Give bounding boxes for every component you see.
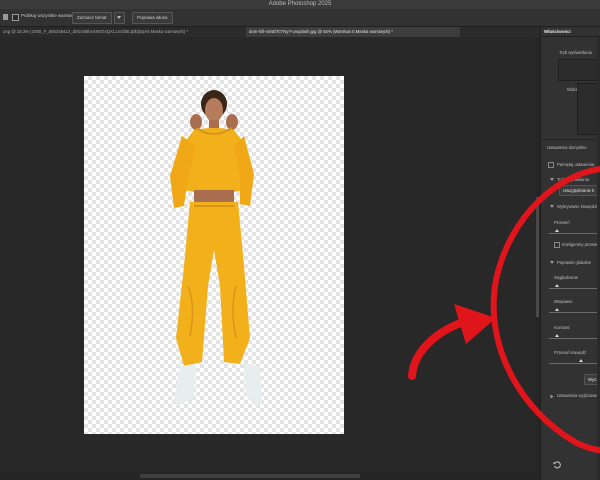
contrast-slider[interactable] (549, 338, 600, 339)
quick-selection-tool-icon[interactable] (3, 14, 8, 20)
radius-slider[interactable] (549, 233, 600, 234)
contrast-label: Kontrast (554, 325, 570, 330)
select-subject-button[interactable]: Zaznacz temat (72, 12, 112, 24)
tab-document-1[interactable]: ong @ 33,3% (1000_F_556248413_dr8zcB8hn4… (0, 27, 244, 37)
feather-slider[interactable] (549, 312, 600, 313)
panel-tab-divider (541, 36, 600, 37)
select-hair-button[interactable]: Poprawa włosa (132, 12, 173, 24)
app-title-bar: Adobe Photoshop 2025 (0, 0, 600, 9)
smart-radius-checkbox[interactable] (554, 242, 560, 248)
shift-edge-label: Przesuń krawędź (554, 350, 587, 355)
shift-edge-slider[interactable] (549, 363, 600, 364)
radius-slider-handle[interactable] (555, 229, 559, 232)
sample-all-layers-checkbox[interactable] (12, 14, 19, 21)
global-refinements-chevron-icon[interactable] (550, 261, 554, 264)
view-mode-label: Tryb wyświetlania (559, 50, 592, 55)
output-settings-section[interactable]: Ustawienia wyjściowe (557, 393, 598, 398)
shift-edge-slider-handle[interactable] (579, 359, 583, 362)
app-title: Adobe Photoshop 2025 (268, 1, 332, 7)
smooth-label: Wygładzanie (554, 275, 578, 280)
refine-mode-section[interactable]: Tryb poprawiania (557, 177, 589, 182)
feather-label: Wtapianie (554, 299, 573, 304)
smart-radius-label: Inteligentny promień (562, 242, 600, 247)
panel-divider (541, 139, 600, 140)
select-subject-dropdown[interactable] (114, 12, 125, 24)
smooth-slider[interactable] (549, 288, 600, 289)
options-bar: Próbkuj wszystkie warstwy Zaznacz temat … (0, 9, 600, 27)
refine-mode-select[interactable]: Uwzględnianie k (559, 185, 600, 196)
default-settings-label: Ustawienia domyślne (547, 145, 587, 150)
radius-label: Promień (554, 220, 570, 225)
properties-panel-title[interactable]: Właściwości (544, 29, 571, 34)
refine-mode-chevron-icon[interactable] (550, 178, 554, 181)
view-mode-preview[interactable] (558, 59, 600, 81)
model-image (170, 90, 262, 406)
contrast-slider-handle[interactable] (555, 334, 559, 337)
reset-icon[interactable] (553, 461, 561, 469)
properties-panel: Właściwości Tryb wyświetlania Widok Usta… (540, 27, 600, 480)
document-canvas[interactable] (84, 76, 344, 434)
canvas-vertical-scroll-thumb[interactable] (536, 197, 539, 317)
smooth-slider-handle[interactable] (555, 284, 559, 287)
sample-all-layers-label: Próbkuj wszystkie warstwy (21, 13, 75, 18)
feather-slider-handle[interactable] (555, 308, 559, 311)
tab-document-2[interactable]: dom-hill-nimElTcTNyY-unsplash.jpg @ 55% … (246, 27, 460, 37)
document-tab-bar: ong @ 33,3% (1000_F_556248413_dr8zcB8hn4… (0, 27, 540, 37)
canvas-horizontal-scroll-thumb[interactable] (140, 474, 360, 478)
remember-settings-label: Pamiętaj ustawienia (557, 162, 595, 167)
remember-settings-checkbox[interactable] (548, 162, 554, 168)
edge-detection-chevron-icon[interactable] (550, 205, 554, 208)
global-refinements-section[interactable]: Poprawki globalne (557, 260, 591, 265)
edge-detection-section[interactable]: Wykrywanie krawędzi (557, 204, 597, 209)
canvas-horizontal-scrollbar[interactable] (0, 472, 535, 480)
canvas-area[interactable] (0, 37, 540, 480)
output-settings-chevron-icon[interactable] (550, 394, 554, 399)
